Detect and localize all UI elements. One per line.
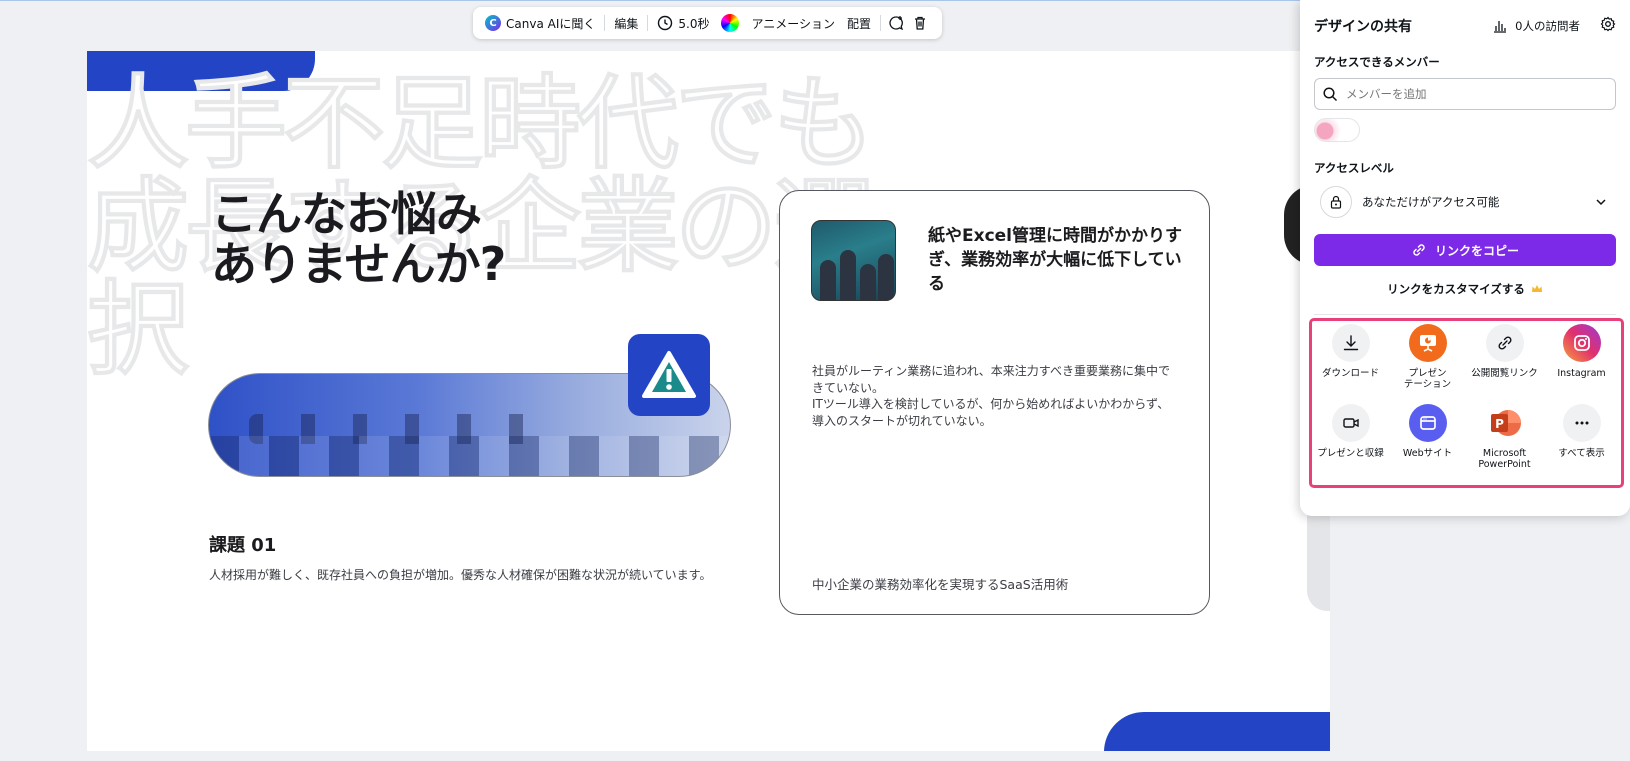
warning-badge[interactable]	[628, 334, 710, 416]
arrange-label: 配置	[847, 16, 872, 31]
photo-desks	[209, 436, 730, 476]
link-icon	[1413, 244, 1425, 256]
members-label: アクセスできるメンバー	[1314, 55, 1440, 69]
visitors-button[interactable]: 0人の訪問者	[1493, 18, 1580, 34]
comment-button[interactable]	[884, 11, 908, 35]
record-icon	[1331, 404, 1370, 442]
color-wheel-icon	[721, 14, 740, 32]
warning-icon	[642, 351, 696, 398]
comment-add-icon	[889, 16, 904, 31]
more-icon	[1562, 404, 1601, 442]
visitors-label: 0人の訪問者	[1515, 19, 1580, 33]
clock-icon	[658, 15, 673, 31]
share-present[interactable]: プレゼン テーション	[1389, 324, 1466, 390]
card-footer: 中小企業の業務効率化を実現するSaaS活用術	[812, 577, 1069, 592]
share-instagram[interactable]: Instagram	[1543, 324, 1620, 390]
download-icon	[1331, 324, 1370, 362]
delete-button[interactable]	[908, 11, 932, 35]
share-download-label: ダウンロード	[1321, 368, 1379, 379]
member-search[interactable]	[1314, 78, 1616, 110]
card-title: 紙やExcel管理に時間がかかりすぎ、業務効率が大幅に低下している	[928, 226, 1183, 294]
customize-link-label: リンクをカスタマイズする	[1387, 282, 1525, 296]
access-level-label: アクセスレベル	[1314, 161, 1394, 175]
powerpoint-icon: P	[1485, 404, 1524, 442]
edit-button[interactable]: 編集	[608, 11, 644, 35]
issue-title[interactable]: 課題 01	[209, 531, 276, 557]
share-public-link[interactable]: 公開閲覧リンク	[1466, 324, 1543, 390]
duration-button[interactable]: 5.0秒	[651, 11, 715, 35]
toolbar-divider	[604, 15, 606, 31]
search-icon	[1323, 86, 1338, 101]
bar-chart-icon	[1494, 21, 1507, 33]
card-body: 社員がルーティン業務に追われ、本来注力すべき重要業務に集中できていない。 ITツ…	[812, 364, 1170, 428]
slide-canvas[interactable]: 人手不足時代でも 成長する企業の選 択 こんなお悩み ありませんか? 課題 01…	[87, 51, 1330, 751]
edit-label: 編集	[614, 16, 639, 31]
share-website-label: Webサイト	[1402, 448, 1453, 459]
canva-ai-label: Canva AIに聞く	[506, 16, 596, 31]
copy-link-label: リンクをコピー	[1434, 243, 1519, 258]
share-record-label: プレゼンと収録	[1317, 448, 1384, 459]
svg-text:P: P	[1495, 417, 1504, 431]
share-download[interactable]: ダウンロード	[1312, 324, 1389, 390]
duration-label: 5.0秒	[678, 16, 710, 31]
toolbar-divider	[647, 15, 649, 31]
share-public-link-label: 公開閲覧リンク	[1471, 368, 1538, 379]
photo-person	[878, 254, 894, 300]
animation-button[interactable]: アニメーション	[745, 11, 841, 35]
share-powerpoint-label: Microsoft PowerPoint	[1478, 448, 1531, 470]
panel-divider	[1314, 314, 1616, 315]
crown-icon	[1531, 285, 1542, 292]
copy-link-button[interactable]: リンクをコピー	[1314, 234, 1616, 266]
gear-icon	[1600, 16, 1616, 32]
instagram-icon	[1562, 324, 1601, 362]
link-icon	[1485, 324, 1524, 362]
share-show-all-label: すべて表示	[1558, 448, 1605, 459]
photo-person	[860, 264, 876, 300]
access-level-dropdown[interactable]: あなただけがアクセス可能	[1314, 182, 1616, 222]
share-website[interactable]: Webサイト	[1389, 404, 1466, 470]
member-avatars	[1314, 114, 1616, 146]
lock-icon	[1330, 195, 1342, 209]
photo-person	[840, 250, 856, 300]
issue-description[interactable]: 人材採用が難しく、既存社員への負担が増加。優秀な人材確保が困難な状況が続いていま…	[209, 566, 711, 583]
share-instagram-label: Instagram	[1557, 368, 1606, 379]
canva-ai-icon: C	[485, 15, 501, 31]
share-powerpoint[interactable]: P Microsoft PowerPoint	[1466, 404, 1543, 470]
chevron-down-icon	[1596, 199, 1606, 206]
toolbar-divider	[880, 15, 882, 31]
customize-link-button[interactable]: リンクをカスタマイズする	[1314, 278, 1616, 300]
slide-headline[interactable]: こんなお悩み ありませんか?	[211, 189, 506, 289]
problem-card[interactable]: 紙やExcel管理に時間がかかりすぎ、業務効率が大幅に低下している 社員がルーテ…	[779, 190, 1210, 615]
access-level-value: あなただけがアクセス可能	[1362, 195, 1500, 209]
avatar[interactable]	[1314, 118, 1360, 142]
share-panel-title: デザインの共有	[1314, 19, 1412, 35]
trash-icon	[915, 16, 926, 30]
member-search-input[interactable]	[1346, 87, 1606, 101]
element-toolbar: C Canva AIに聞く 編集 5.0秒 アニメーション 配置	[473, 7, 942, 39]
share-record[interactable]: プレゼンと収録	[1312, 404, 1389, 470]
meeting-photo	[811, 220, 896, 301]
color-button[interactable]	[715, 11, 745, 35]
lock-icon-circle	[1320, 186, 1352, 218]
canva-ai-button[interactable]: C Canva AIに聞く	[479, 11, 601, 35]
settings-button[interactable]	[1600, 16, 1616, 36]
share-panel-header: デザインの共有 0人の訪問者	[1314, 0, 1616, 52]
animation-label: アニメーション	[751, 16, 835, 31]
present-icon	[1408, 324, 1447, 362]
decor-blue-bottom	[1104, 712, 1330, 751]
arrange-button[interactable]: 配置	[841, 11, 877, 35]
share-options-grid: ダウンロード プレゼン テーション 公開閲覧リンク Instagram プレゼン…	[1312, 324, 1622, 470]
website-icon	[1408, 404, 1447, 442]
share-present-label: プレゼン テーション	[1403, 368, 1452, 390]
share-show-all[interactable]: すべて表示	[1543, 404, 1620, 470]
photo-person	[820, 260, 836, 300]
